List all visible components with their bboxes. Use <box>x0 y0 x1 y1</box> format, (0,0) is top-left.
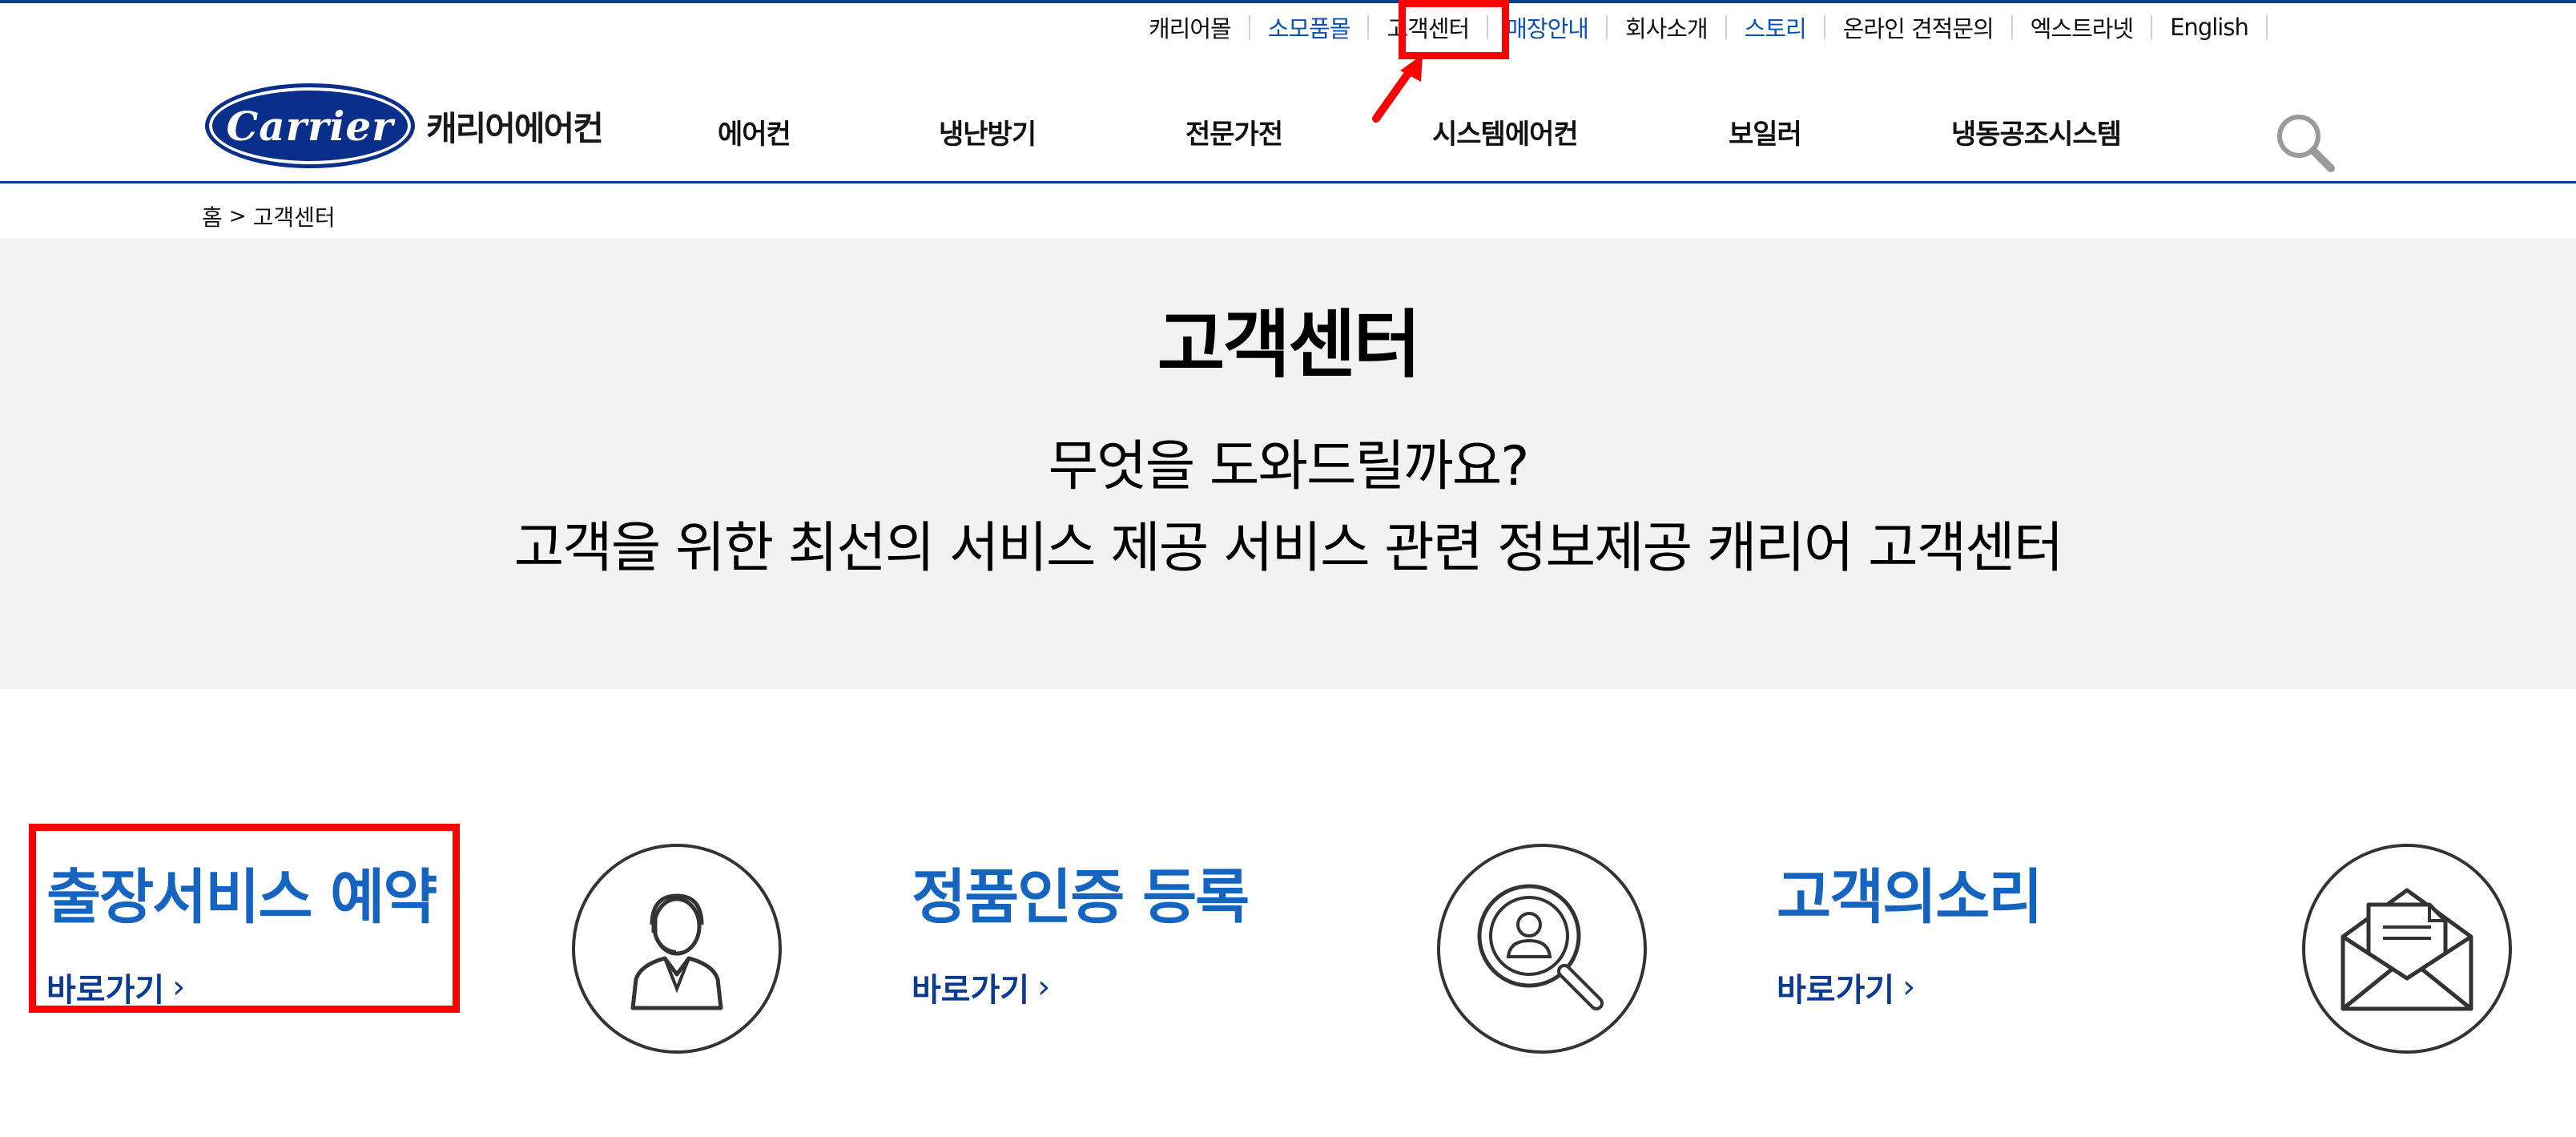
util-link-english[interactable]: English <box>2152 14 2266 41</box>
util-link-company[interactable]: 회사소개 <box>1608 10 1725 44</box>
service-icon-circle-3[interactable] <box>2302 844 2512 1054</box>
service-card-genuine-registration: 정품인증 등록 바로가기 › <box>912 849 1250 1010</box>
service-link-genuine-registration[interactable]: 바로가기 › <box>912 964 1248 1010</box>
shortcut-label: 바로가기 <box>1777 972 1895 1009</box>
service-icon-circle-2[interactable] <box>1437 844 1647 1054</box>
main-nav: 에어컨 냉난방기 전문가전 시스템에어컨 보일러 냉동공조시스템 <box>0 112 2576 157</box>
service-icon-circle-1[interactable] <box>572 844 782 1054</box>
nav-item-boiler[interactable]: 보일러 <box>1729 112 1802 151</box>
highlight-box-customer-center <box>1399 0 1509 59</box>
util-link-consumables-mall[interactable]: 소모품몰 <box>1250 10 1368 44</box>
hero-banner: 고객센터 무엇을 도와드릴까요? 고객을 위한 최선의 서비스 제공 서비스 관… <box>0 239 2576 689</box>
page-title: 고객센터 <box>1157 302 1422 388</box>
utility-nav: 캐리어몰 소모품몰 고객센터 매장안내 회사소개 스토리 온라인 견적문의 엑스… <box>1131 6 2268 48</box>
top-border-line <box>0 0 2576 3</box>
envelope-letter-icon <box>2341 888 2473 1011</box>
breadcrumb-current: 고객센터 <box>252 204 336 231</box>
util-link-carrier-mall[interactable]: 캐리어몰 <box>1131 10 1249 44</box>
nav-item-refrigeration[interactable]: 냉동공조시스템 <box>1951 112 2122 151</box>
breadcrumb: 홈 > 고객센터 <box>202 200 336 232</box>
util-link-extranet[interactable]: 엑스트라넷 <box>2013 10 2151 44</box>
nav-item-heating-cooling[interactable]: 냉난방기 <box>939 112 1036 151</box>
util-link-story[interactable]: 스토리 <box>1727 10 1824 44</box>
breadcrumb-separator: > <box>228 204 247 228</box>
nav-item-system-aircon[interactable]: 시스템에어컨 <box>1432 112 1579 151</box>
chevron-right-icon: › <box>1037 969 1051 1006</box>
magnifier-person-icon <box>1477 884 1604 1010</box>
service-title-genuine-registration[interactable]: 정품인증 등록 <box>912 849 1250 935</box>
service-title-voice-of-customer[interactable]: 고객의소리 <box>1777 849 2043 935</box>
search-icon[interactable] <box>2273 111 2337 175</box>
util-link-online-quote[interactable]: 온라인 견적문의 <box>1825 10 2011 44</box>
highlight-box-visit-booking <box>29 824 460 1013</box>
util-separator <box>2265 15 2268 39</box>
shortcut-label: 바로가기 <box>912 972 1030 1009</box>
nav-item-appliances[interactable]: 전문가전 <box>1185 112 1283 151</box>
service-card-voice-of-customer: 고객의소리 바로가기 › <box>1777 849 2043 1010</box>
nav-item-aircon[interactable]: 에어컨 <box>718 112 791 151</box>
breadcrumb-home[interactable]: 홈 <box>202 200 223 232</box>
hero-subtitle-description: 고객을 위한 최선의 서비스 제공 서비스 관련 정보제공 캐리어 고객센터 <box>513 517 2064 580</box>
service-link-voice-of-customer[interactable]: 바로가기 › <box>1777 964 2041 1010</box>
hero-subtitle-question: 무엇을 도와드릴까요? <box>1048 435 1530 498</box>
header-divider <box>0 181 2576 183</box>
chevron-right-icon: › <box>1902 969 1916 1006</box>
customer-service-agent-icon <box>630 893 723 1010</box>
